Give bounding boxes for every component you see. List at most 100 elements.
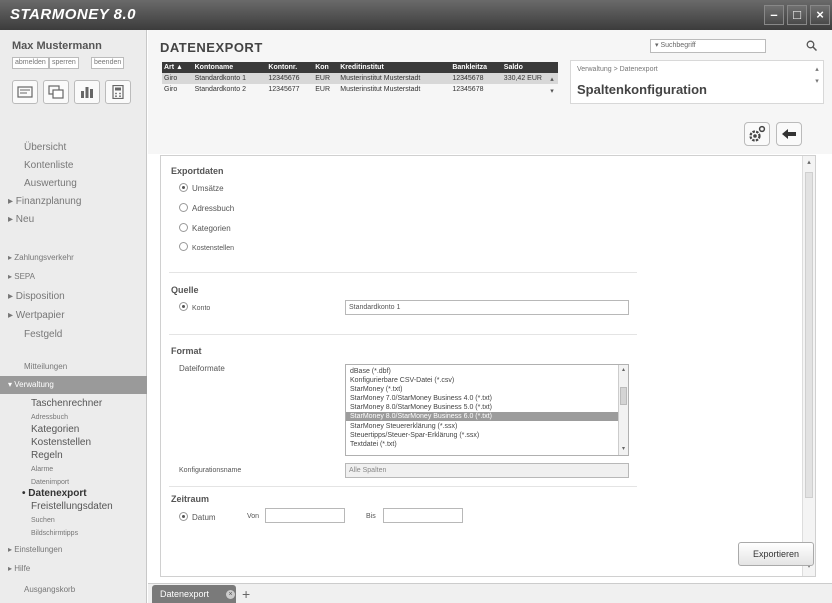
nav-hilfe[interactable]: ▸ Hilfe (0, 560, 147, 578)
nav-wertpapier[interactable]: ▸ Wertpapier (0, 307, 147, 325)
back-button[interactable] (776, 122, 802, 146)
search-icon[interactable] (806, 40, 817, 51)
list-item[interactable]: StarMoney Steuererklärung (*.ssx) (350, 422, 618, 431)
konfigurationsname-label: Konfigurationsname (179, 467, 242, 474)
panel-scrollbar[interactable]: ▴ ▾ (813, 64, 821, 102)
list-item[interactable]: StarMoney (*.txt) (350, 385, 618, 394)
nav-mitteilungen[interactable]: Mitteilungen (0, 358, 147, 376)
tab-bar: Datenexport × + (148, 583, 832, 603)
col-waehrung[interactable]: Kon (313, 62, 339, 73)
list-item-selected[interactable]: StarMoney 8.0/StarMoney Business 6.0 (*.… (346, 412, 618, 421)
file-format-list[interactable]: dBase (*.dbf) Konfigurierbare CSV-Datei … (345, 364, 629, 456)
form-scroll-up[interactable]: ▴ (803, 158, 815, 166)
list-item[interactable]: StarMoney 8.0/StarMoney Business 5.0 (*.… (350, 403, 618, 412)
section-quelle: Quelle (171, 285, 199, 295)
settings-button[interactable] (744, 122, 770, 146)
divider (169, 486, 637, 487)
col-bankleitzahl[interactable]: Bankleitza (450, 62, 502, 73)
table-row[interactable]: Giro Standardkonto 2 12345677 EUR Muster… (162, 84, 558, 95)
table-scroll-up[interactable]: ▴ (546, 74, 558, 86)
nav-kategorien[interactable]: Kategorien (31, 423, 79, 436)
add-tab-button[interactable]: + (242, 585, 250, 603)
nav-uebersicht[interactable]: Übersicht (0, 139, 147, 157)
nav-freistellungsdaten[interactable]: Freistellungsdaten (31, 500, 113, 513)
quit-link[interactable]: beenden (91, 57, 125, 69)
radio-button-selected[interactable] (179, 512, 188, 521)
radio-button-selected[interactable] (179, 183, 188, 192)
list-item[interactable]: Textdatei (*.txt) (350, 440, 618, 449)
radio-konto[interactable]: Konto (179, 302, 210, 315)
radio-button[interactable] (179, 242, 188, 251)
nav-kontenliste[interactable]: Kontenliste (0, 157, 147, 175)
list-scroll-up[interactable]: ▴ (619, 366, 628, 373)
nav-ausgangskorb[interactable]: Ausgangskorb (0, 581, 147, 599)
nav-festgeld[interactable]: Festgeld (0, 326, 147, 344)
list-scroll-down[interactable]: ▾ (619, 445, 628, 452)
nav-taschenrechner[interactable]: Taschenrechner (31, 397, 102, 410)
transfer-icon (48, 85, 64, 99)
bis-label: Bis (366, 513, 376, 520)
nav-einstellungen[interactable]: ▸ Einstellungen (0, 541, 147, 559)
cell-kreditinstitut: Musterinstitut Musterstadt (340, 86, 421, 93)
nav-datenexport[interactable]: • Datenexport (22, 487, 87, 500)
dateiformate-label: Dateiformate (179, 364, 225, 373)
date-from-input[interactable] (265, 508, 345, 523)
col-kontonr[interactable]: Kontonr. (266, 62, 314, 73)
transfer-button[interactable] (43, 80, 69, 104)
list-scroll-thumb[interactable] (620, 387, 627, 405)
radio-adressbuch[interactable]: Adressbuch (179, 203, 234, 215)
nav-verwaltung[interactable]: ▾ Verwaltung (0, 376, 147, 394)
table-scroll-down[interactable]: ▾ (546, 86, 558, 98)
tab-datenexport[interactable]: Datenexport × (152, 585, 236, 603)
col-saldo[interactable]: Saldo (501, 62, 558, 73)
table-scrollbar[interactable]: ▴ ▾ (546, 74, 558, 98)
radio-button[interactable] (179, 223, 188, 232)
list-scrollbar[interactable]: ▴ ▾ (618, 365, 628, 455)
col-kontoname[interactable]: Kontoname (192, 62, 267, 73)
radio-kostenstellen[interactable]: Kostenstellen (179, 242, 234, 255)
col-art[interactable]: Art ▲ (162, 62, 193, 73)
minimize-button[interactable]: – (764, 5, 784, 25)
konfigurationsname-field[interactable]: Alle Spalten (345, 463, 629, 478)
export-form: Exportdaten Umsätze Adressbuch Kategorie… (160, 155, 816, 577)
form-scroll-thumb[interactable] (805, 172, 813, 498)
col-kreditinstitut[interactable]: Kreditinstitut (338, 62, 451, 73)
panel-scroll-down[interactable]: ▾ (813, 76, 821, 88)
chart-button[interactable] (74, 80, 100, 104)
panel-scroll-up[interactable]: ▴ (813, 64, 821, 76)
nav-alarme[interactable]: Alarme (31, 463, 53, 476)
nav-bildschirmtipps[interactable]: Bildschirmtipps (31, 527, 78, 540)
radio-umsaetze[interactable]: Umsätze (179, 183, 224, 195)
close-button[interactable]: × (810, 5, 830, 25)
nav-sepa[interactable]: ▸ SEPA (0, 268, 147, 286)
radio-datum[interactable]: Datum (179, 512, 216, 524)
search-input[interactable]: ▾ Suchbegriff (650, 39, 766, 53)
radio-kategorien[interactable]: Kategorien (179, 223, 231, 235)
table-row[interactable]: Giro Standardkonto 1 12345676 EUR Muster… (162, 73, 558, 84)
tab-close-icon[interactable]: × (226, 590, 235, 599)
nav-regeln[interactable]: Regeln (31, 449, 63, 462)
logout-link[interactable]: abmelden (12, 57, 49, 69)
maximize-button[interactable]: □ (787, 5, 807, 25)
nav-kostenstellen[interactable]: Kostenstellen (31, 436, 91, 449)
nav-finanzplanung[interactable]: ▸ Finanzplanung (0, 193, 147, 211)
nav-auswertung[interactable]: Auswertung (0, 175, 147, 193)
radio-button[interactable] (179, 203, 188, 212)
nav-zahlungsverkehr[interactable]: ▸ Zahlungsverkehr (0, 249, 147, 267)
nav-neu[interactable]: ▸ Neu (0, 211, 147, 229)
list-item[interactable]: StarMoney 7.0/StarMoney Business 4.0 (*.… (350, 394, 618, 403)
panel-title: Spaltenkonfiguration (577, 82, 707, 97)
nav-suchen[interactable]: Suchen (31, 514, 55, 527)
date-to-input[interactable] (383, 508, 463, 523)
accounts-button[interactable] (12, 80, 38, 104)
list-item[interactable]: dBase (*.dbf) (350, 367, 618, 376)
list-item[interactable]: Steuertipps/Steuer-Spar-Erklärung (*.ssx… (350, 431, 618, 440)
export-button[interactable]: Exportieren (738, 542, 814, 566)
lock-link[interactable]: sperren (49, 57, 79, 69)
calculator-button[interactable] (105, 80, 131, 104)
form-scrollbar[interactable]: ▴ ▾ (802, 156, 815, 576)
quelle-account-field[interactable]: Standardkonto 1 (345, 300, 629, 315)
nav-disposition[interactable]: ▸ Disposition (0, 288, 147, 306)
radio-button-selected[interactable] (179, 302, 188, 311)
list-item[interactable]: Konfigurierbare CSV-Datei (*.csv) (350, 376, 618, 385)
